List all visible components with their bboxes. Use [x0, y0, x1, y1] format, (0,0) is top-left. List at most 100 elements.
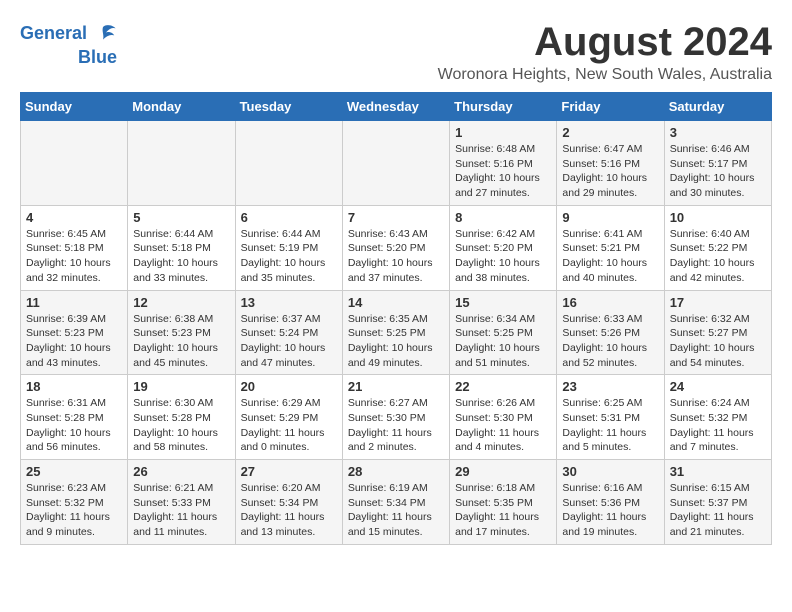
- day-number: 15: [455, 295, 551, 310]
- day-number: 2: [562, 125, 658, 140]
- day-info: Sunrise: 6:25 AMSunset: 5:31 PMDaylight:…: [562, 396, 658, 455]
- day-info: Sunrise: 6:39 AMSunset: 5:23 PMDaylight:…: [26, 312, 122, 371]
- day-number: 8: [455, 210, 551, 225]
- weekday-header-tuesday: Tuesday: [235, 93, 342, 121]
- calendar-cell: 9 Sunrise: 6:41 AMSunset: 5:21 PMDaylight…: [557, 205, 664, 290]
- day-number: 20: [241, 379, 337, 394]
- weekday-header-saturday: Saturday: [664, 93, 771, 121]
- calendar-cell: 29 Sunrise: 6:18 AMSunset: 5:35 PMDayligh…: [450, 460, 557, 545]
- day-number: 1: [455, 125, 551, 140]
- day-info: Sunrise: 6:46 AMSunset: 5:17 PMDaylight:…: [670, 142, 766, 201]
- day-info: Sunrise: 6:29 AMSunset: 5:29 PMDaylight:…: [241, 396, 337, 455]
- calendar-cell: [342, 121, 449, 206]
- calendar-cell: 23 Sunrise: 6:25 AMSunset: 5:31 PMDayligh…: [557, 375, 664, 460]
- day-number: 19: [133, 379, 229, 394]
- calendar-cell: 15Sunrise: 6:34 AMSunset: 5:25 PMDayligh…: [450, 290, 557, 375]
- day-number: 9: [562, 210, 658, 225]
- calendar-cell: 2 Sunrise: 6:47 AMSunset: 5:16 PMDaylight…: [557, 121, 664, 206]
- calendar-cell: 27Sunrise: 6:20 AMSunset: 5:34 PMDayligh…: [235, 460, 342, 545]
- day-number: 31: [670, 464, 766, 479]
- day-info: Sunrise: 6:45 AMSunset: 5:18 PMDaylight:…: [26, 227, 122, 286]
- calendar-cell: 16Sunrise: 6:33 AMSunset: 5:26 PMDayligh…: [557, 290, 664, 375]
- day-number: 7: [348, 210, 444, 225]
- calendar-cell: 22Sunrise: 6:26 AMSunset: 5:30 PMDayligh…: [450, 375, 557, 460]
- day-info: Sunrise: 6:21 AMSunset: 5:33 PMDaylight:…: [133, 481, 229, 540]
- day-info: Sunrise: 6:47 AMSunset: 5:16 PMDaylight:…: [562, 142, 658, 201]
- weekday-header-row: SundayMondayTuesdayWednesdayThursdayFrid…: [21, 93, 772, 121]
- week-row-4: 18 Sunrise: 6:31 AMSunset: 5:28 PMDayligh…: [21, 375, 772, 460]
- weekday-header-friday: Friday: [557, 93, 664, 121]
- day-number: 25: [26, 464, 122, 479]
- day-info: Sunrise: 6:20 AMSunset: 5:34 PMDaylight:…: [241, 481, 337, 540]
- calendar-cell: 7 Sunrise: 6:43 AMSunset: 5:20 PMDaylight…: [342, 205, 449, 290]
- day-number: 28: [348, 464, 444, 479]
- calendar-cell: 5Sunrise: 6:44 AMSunset: 5:18 PMDaylight…: [128, 205, 235, 290]
- day-info: Sunrise: 6:32 AMSunset: 5:27 PMDaylight:…: [670, 312, 766, 371]
- calendar-cell: 4 Sunrise: 6:45 AMSunset: 5:18 PMDaylight…: [21, 205, 128, 290]
- day-number: 11: [26, 295, 122, 310]
- day-number: 29: [455, 464, 551, 479]
- day-info: Sunrise: 6:24 AMSunset: 5:32 PMDaylight:…: [670, 396, 766, 455]
- day-number: 10: [670, 210, 766, 225]
- day-info: Sunrise: 6:30 AMSunset: 5:28 PMDaylight:…: [133, 396, 229, 455]
- day-info: Sunrise: 6:19 AMSunset: 5:34 PMDaylight:…: [348, 481, 444, 540]
- weekday-header-monday: Monday: [128, 93, 235, 121]
- calendar-cell: 24 Sunrise: 6:24 AMSunset: 5:32 PMDayligh…: [664, 375, 771, 460]
- weekday-header-thursday: Thursday: [450, 93, 557, 121]
- calendar-table: SundayMondayTuesdayWednesdayThursdayFrid…: [20, 92, 772, 545]
- day-info: Sunrise: 6:43 AMSunset: 5:20 PMDaylight:…: [348, 227, 444, 286]
- day-info: Sunrise: 6:23 AMSunset: 5:32 PMDaylight:…: [26, 481, 122, 540]
- calendar-cell: 31Sunrise: 6:15 AMSunset: 5:37 PMDayligh…: [664, 460, 771, 545]
- day-info: Sunrise: 6:18 AMSunset: 5:35 PMDaylight:…: [455, 481, 551, 540]
- title-block: August 2024 Woronora Heights, New South …: [438, 20, 772, 84]
- calendar-cell: 10 Sunrise: 6:40 AMSunset: 5:22 PMDayligh…: [664, 205, 771, 290]
- calendar-cell: 13 Sunrise: 6:37 AMSunset: 5:24 PMDayligh…: [235, 290, 342, 375]
- day-number: 12: [133, 295, 229, 310]
- calendar-cell: [21, 121, 128, 206]
- day-info: Sunrise: 6:27 AMSunset: 5:30 PMDaylight:…: [348, 396, 444, 455]
- day-number: 23: [562, 379, 658, 394]
- calendar-cell: [128, 121, 235, 206]
- page-header: General Blue August 2024 Woronora Height…: [20, 20, 772, 84]
- day-number: 22: [455, 379, 551, 394]
- month-title: August 2024: [438, 20, 772, 64]
- calendar-cell: [235, 121, 342, 206]
- weekday-header-sunday: Sunday: [21, 93, 128, 121]
- week-row-1: 1 Sunrise: 6:48 AMSunset: 5:16 PMDaylight…: [21, 121, 772, 206]
- day-info: Sunrise: 6:40 AMSunset: 5:22 PMDaylight:…: [670, 227, 766, 286]
- day-info: Sunrise: 6:33 AMSunset: 5:26 PMDaylight:…: [562, 312, 658, 371]
- day-info: Sunrise: 6:38 AMSunset: 5:23 PMDaylight:…: [133, 312, 229, 371]
- day-number: 4: [26, 210, 122, 225]
- week-row-5: 25 Sunrise: 6:23 AMSunset: 5:32 PMDayligh…: [21, 460, 772, 545]
- logo-bird-icon: [89, 20, 117, 48]
- day-info: Sunrise: 6:48 AMSunset: 5:16 PMDaylight:…: [455, 142, 551, 201]
- day-number: 6: [241, 210, 337, 225]
- calendar-cell: 25 Sunrise: 6:23 AMSunset: 5:32 PMDayligh…: [21, 460, 128, 545]
- day-info: Sunrise: 6:41 AMSunset: 5:21 PMDaylight:…: [562, 227, 658, 286]
- day-number: 5: [133, 210, 229, 225]
- day-number: 17: [670, 295, 766, 310]
- day-info: Sunrise: 6:44 AMSunset: 5:19 PMDaylight:…: [241, 227, 337, 286]
- day-info: Sunrise: 6:37 AMSunset: 5:24 PMDaylight:…: [241, 312, 337, 371]
- day-number: 13: [241, 295, 337, 310]
- day-info: Sunrise: 6:35 AMSunset: 5:25 PMDaylight:…: [348, 312, 444, 371]
- calendar-cell: 19 Sunrise: 6:30 AMSunset: 5:28 PMDayligh…: [128, 375, 235, 460]
- calendar-cell: 20 Sunrise: 6:29 AMSunset: 5:29 PMDayligh…: [235, 375, 342, 460]
- week-row-3: 11 Sunrise: 6:39 AMSunset: 5:23 PMDayligh…: [21, 290, 772, 375]
- day-number: 21: [348, 379, 444, 394]
- day-number: 3: [670, 125, 766, 140]
- calendar-cell: 6 Sunrise: 6:44 AMSunset: 5:19 PMDaylight…: [235, 205, 342, 290]
- calendar-cell: 26Sunrise: 6:21 AMSunset: 5:33 PMDayligh…: [128, 460, 235, 545]
- logo: General Blue: [20, 20, 117, 68]
- day-number: 18: [26, 379, 122, 394]
- calendar-cell: 1 Sunrise: 6:48 AMSunset: 5:16 PMDaylight…: [450, 121, 557, 206]
- calendar-cell: 30Sunrise: 6:16 AMSunset: 5:36 PMDayligh…: [557, 460, 664, 545]
- calendar-cell: 12 Sunrise: 6:38 AMSunset: 5:23 PMDayligh…: [128, 290, 235, 375]
- logo-text: General: [20, 24, 87, 44]
- location-title: Woronora Heights, New South Wales, Austr…: [438, 66, 772, 84]
- day-number: 14: [348, 295, 444, 310]
- calendar-cell: 17 Sunrise: 6:32 AMSunset: 5:27 PMDayligh…: [664, 290, 771, 375]
- day-info: Sunrise: 6:16 AMSunset: 5:36 PMDaylight:…: [562, 481, 658, 540]
- day-number: 24: [670, 379, 766, 394]
- day-info: Sunrise: 6:31 AMSunset: 5:28 PMDaylight:…: [26, 396, 122, 455]
